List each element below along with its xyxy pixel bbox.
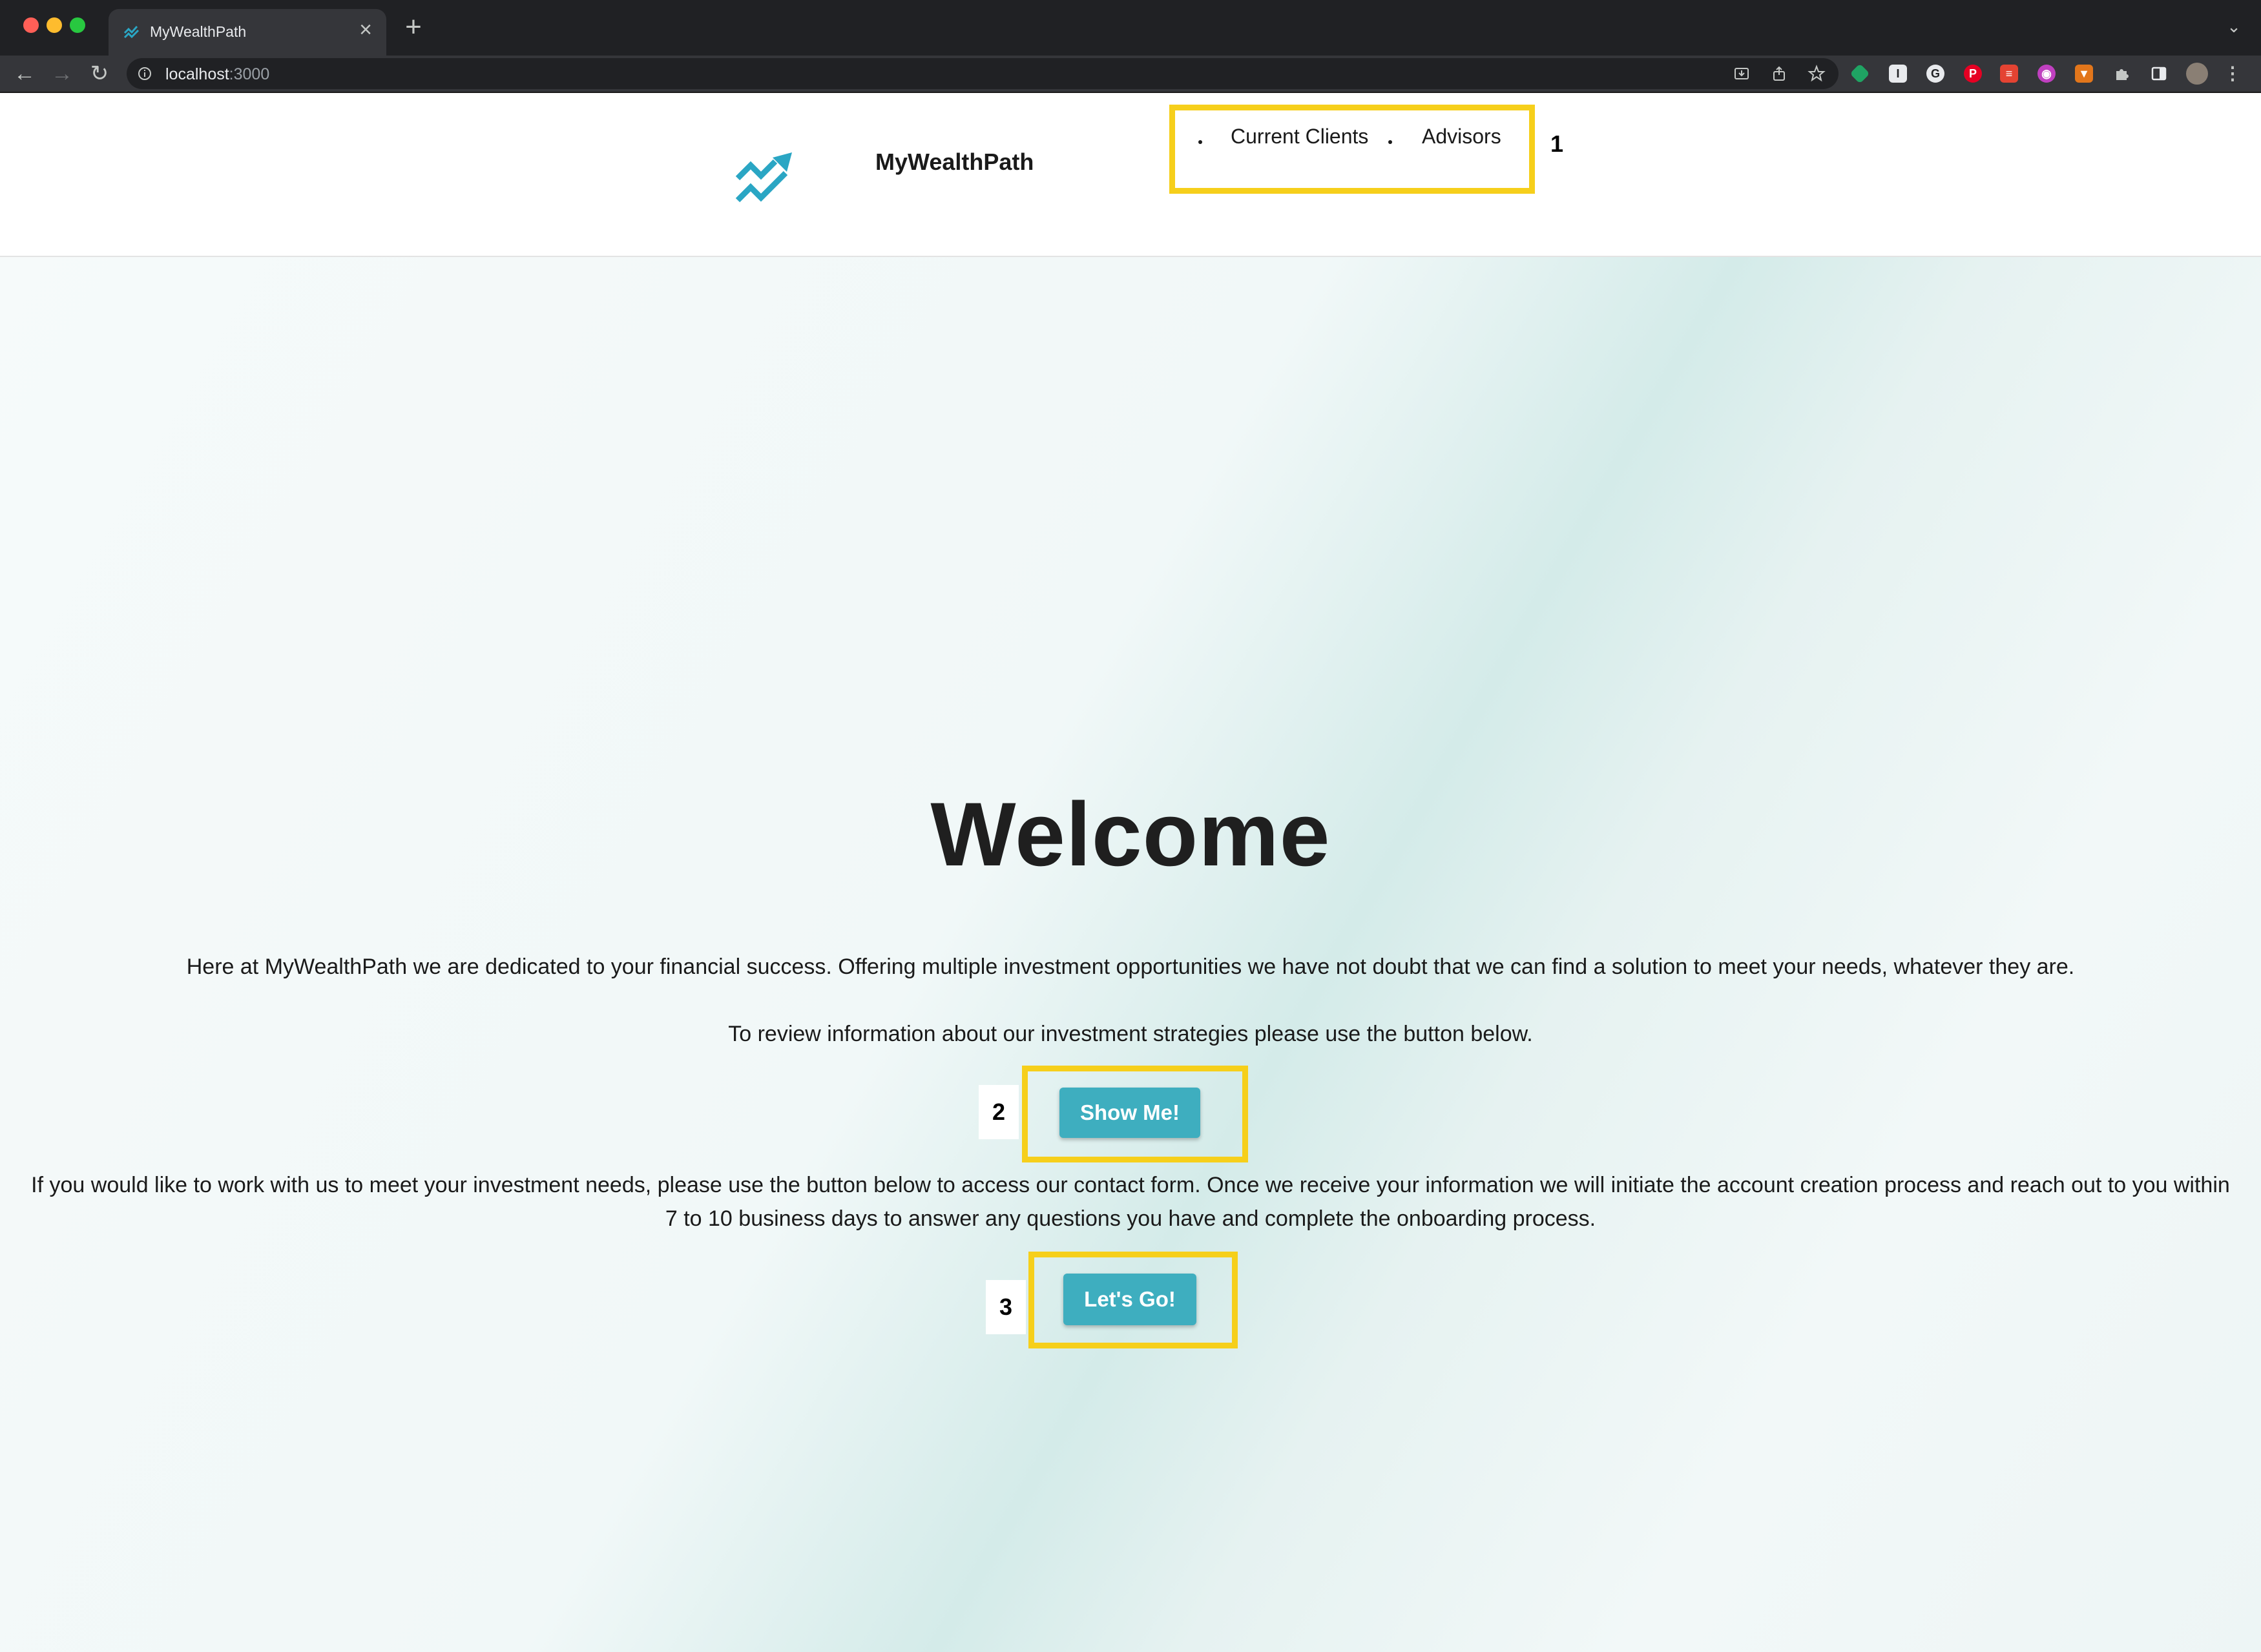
strategies-text: To review information about our investme… — [728, 1022, 1533, 1046]
nav-bullet — [1388, 140, 1392, 144]
reload-icon[interactable]: ↻ — [87, 61, 112, 87]
annotation-number-2: 2 — [979, 1085, 1019, 1139]
contact-text: If you would like to work with us to mee… — [31, 1173, 2230, 1231]
url-port: :3000 — [229, 65, 270, 83]
nav-highlight-box: Current Clients Advisors — [1169, 105, 1535, 194]
browser-tabstrip: MyWealthPath × + ⌄ — [0, 0, 2261, 56]
instapaper-extension-icon[interactable]: I — [1889, 65, 1907, 83]
url-host: localhost — [165, 65, 229, 83]
wealth-chart-logo-icon[interactable] — [734, 149, 805, 207]
new-tab-icon[interactable]: + — [402, 13, 425, 41]
annotation-number-3: 3 — [986, 1280, 1026, 1334]
intro-text: Here at MyWealthPath we are dedicated to… — [186, 955, 2075, 979]
address-bar[interactable]: localhost:3000 — [127, 58, 1839, 89]
green-extension-icon[interactable] — [1849, 63, 1870, 84]
nav-bullet — [1198, 140, 1202, 144]
kebab-menu-icon[interactable]: ⋮ — [2224, 65, 2242, 83]
show-me-button[interactable]: Show Me! — [1059, 1088, 1200, 1138]
site-header: MyWealthPath Current Clients Advisors 1 — [0, 93, 2261, 257]
forward-icon[interactable]: → — [49, 61, 75, 87]
share-icon[interactable] — [1770, 65, 1788, 83]
lets-go-button[interactable]: Let's Go! — [1063, 1274, 1196, 1325]
nav-link-current-clients[interactable]: Current Clients — [1231, 125, 1368, 149]
url-text: localhost:3000 — [165, 65, 269, 84]
maximize-window-button[interactable] — [70, 17, 85, 33]
pinterest-extension-icon[interactable]: P — [1964, 65, 1982, 83]
annotation-number-1: 1 — [1550, 130, 1564, 157]
browser-tab[interactable]: MyWealthPath × — [109, 9, 386, 56]
fox-extension-icon[interactable]: ▼ — [2075, 65, 2093, 83]
page-title: Welcome — [930, 783, 1331, 885]
close-tab-icon[interactable]: × — [355, 19, 376, 41]
browser-toolbar: ← → ↻ localhost:3000 I G P ≡ ◉ ▼ ⋮ — [0, 56, 2261, 92]
back-icon[interactable]: ← — [12, 61, 37, 87]
grammar-extension-icon[interactable]: G — [1926, 65, 1944, 83]
minimize-window-button[interactable] — [47, 17, 62, 33]
tab-title: MyWealthPath — [150, 23, 247, 40]
wealth-chart-icon — [123, 26, 140, 39]
close-window-button[interactable] — [23, 17, 39, 33]
puzzle-icon[interactable] — [2112, 65, 2131, 83]
web-page: MyWealthPath Current Clients Advisors 1 … — [0, 93, 2261, 1652]
todoist-extension-icon[interactable]: ≡ — [2000, 65, 2018, 83]
nav-link-advisors[interactable]: Advisors — [1422, 125, 1501, 149]
side-panel-icon[interactable] — [2150, 65, 2168, 83]
avatar[interactable] — [2186, 63, 2208, 85]
tab-search-icon[interactable]: ⌄ — [2222, 17, 2245, 40]
purple-extension-icon[interactable]: ◉ — [2037, 65, 2056, 83]
star-icon[interactable] — [1808, 65, 1826, 83]
install-icon[interactable] — [1733, 65, 1751, 83]
site-info-icon[interactable] — [137, 66, 152, 81]
brand-name[interactable]: MyWealthPath — [875, 149, 1034, 176]
